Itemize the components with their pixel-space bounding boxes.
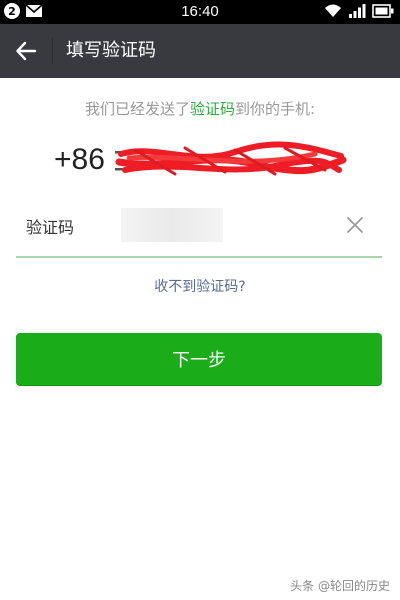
status-bar: 2 16:40 [0,0,400,24]
arrow-left-icon [16,41,37,61]
hint-highlight: 验证码 [189,100,235,118]
page-title: 填写验证码 [66,40,156,61]
close-icon [347,217,363,233]
signal-icon [349,4,366,18]
resend-code-link[interactable]: 收不到验证码? [0,276,400,296]
phone-number-redaction-scribble [114,141,347,176]
country-code: +86 [54,143,105,176]
status-right [324,3,394,19]
wifi-icon [325,4,341,17]
next-step-button[interactable]: 下一步 [16,333,382,385]
code-field-underline [16,256,382,258]
app-bar: 填写验证码 [0,24,400,78]
battery-icon [372,4,394,18]
app-bar-divider [52,38,53,64]
code-field-label: 验证码 [26,218,75,237]
watermark: 头条 @轮回的历史 [290,579,390,593]
back-button[interactable] [10,35,42,67]
phone-number-row: +86 [54,138,347,182]
clear-input-button[interactable] [342,212,368,238]
hint-prefix: 我们已经发送了 [84,100,190,118]
hint-suffix: 到你的手机: [234,100,316,118]
sent-code-hint: 我们已经发送了验证码到你的手机: [0,98,400,119]
verification-code-input[interactable] [121,208,223,242]
